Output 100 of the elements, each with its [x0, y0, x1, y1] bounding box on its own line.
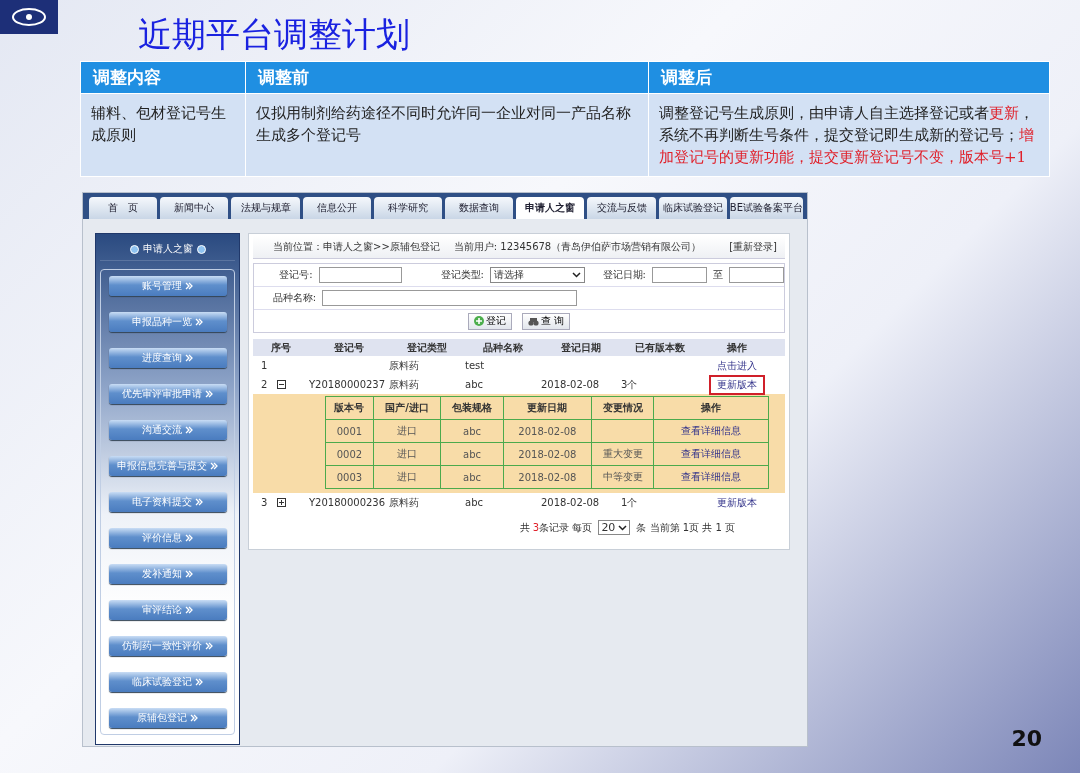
input-field[interactable] — [318, 267, 403, 283]
table-cell: 原料药 — [389, 358, 419, 373]
query-button[interactable]: 查 询 — [521, 312, 571, 330]
table-cell: 进口 — [397, 471, 418, 482]
double-chevron-icon — [190, 714, 198, 723]
page-info: 条 当前第 1页 共 1 页 — [636, 520, 735, 535]
column-header: 更新日期 — [503, 396, 592, 420]
action-link[interactable]: 更新版本 — [709, 492, 765, 513]
action-link[interactable]: 点击进入 — [709, 355, 765, 376]
nav-tab[interactable]: 信息公开 — [302, 197, 371, 219]
nav-tab[interactable]: 申请人之窗 — [516, 197, 585, 219]
column-header: 品种名称 — [482, 340, 524, 355]
double-chevron-icon — [195, 678, 203, 687]
table-cell: 原料药 — [389, 495, 419, 510]
collapse-icon[interactable] — [277, 380, 287, 389]
table-cell: abc — [463, 448, 481, 460]
table-cell: 原料药 — [389, 377, 419, 392]
register-button[interactable]: 登记 — [467, 312, 512, 330]
input-field[interactable] — [322, 290, 577, 306]
double-chevron-icon — [195, 317, 203, 326]
nav-tab[interactable]: 法规与规章 — [231, 197, 300, 219]
double-chevron-icon — [185, 570, 193, 579]
column-header: 国产/进口 — [373, 396, 441, 420]
table-cell: abc — [465, 379, 483, 390]
double-chevron-icon — [210, 462, 218, 470]
column-header: 登记日期 — [560, 340, 602, 355]
record-count: 共 3条记录 每页 — [519, 520, 593, 535]
caret-icon — [618, 524, 628, 531]
column-header: 包装规格 — [440, 396, 504, 420]
type-select[interactable]: 请选择 — [489, 267, 585, 283]
table-cell: 0001 — [336, 425, 363, 437]
slide-title: 近期平台调整计划 — [138, 14, 410, 54]
double-chevron-icon — [185, 606, 193, 615]
table-cell: 仅拟用制剂给药途径不同时允许同一企业对同一产品名称生成多个登记号 — [245, 93, 649, 177]
table-cell: 2018-02-08 — [518, 448, 577, 460]
expand-icon[interactable] — [277, 498, 287, 507]
field-label: 登记日期: — [601, 268, 646, 282]
relogin-link[interactable]: [重新登录] — [729, 240, 777, 254]
table-cell: 中等变更 — [602, 471, 643, 482]
column-header: 调整前 — [245, 61, 649, 94]
double-chevron-icon — [205, 389, 213, 398]
field-label: 品种名称: — [271, 291, 316, 305]
double-chevron-icon — [185, 353, 193, 362]
table-cell: 1个 — [621, 495, 638, 510]
table-cell: 2018-02-08 — [541, 497, 600, 508]
column-header: 操作 — [654, 396, 769, 420]
column-header: 调整内容 — [80, 61, 246, 94]
table-cell: abc — [463, 471, 481, 483]
input-field[interactable] — [651, 267, 707, 283]
table-cell: 进口 — [397, 448, 418, 459]
current-user: 当前用户: 12345678（青岛伊伯萨市场营销有限公司） — [453, 240, 702, 254]
double-chevron-icon — [195, 498, 203, 506]
double-chevron-icon — [185, 281, 193, 290]
caret-icon — [572, 272, 581, 278]
nav-tab[interactable]: 数据查询 — [445, 197, 514, 219]
table-cell: 0003 — [336, 471, 363, 483]
table-cell: 2018-02-08 — [541, 379, 600, 390]
nav-tab[interactable]: 新闻中心 — [160, 197, 229, 219]
binoculars-icon — [527, 316, 539, 326]
table-cell: 调整登记号生成原则，由申请人自主选择登记或者更新，系统不再判断生号条件，提交登记即生成新的登记号；增加登记号的更新功能，提交更新登记号不变，版本号+1 — [648, 93, 1050, 177]
table-cell: 2018-02-08 — [518, 425, 577, 437]
column-header: 序号 — [270, 340, 292, 355]
sidebar-title: 申请人之窗 — [142, 242, 193, 256]
nav-tab[interactable]: 首 页 — [89, 197, 158, 219]
column-header: 版本号 — [325, 396, 374, 420]
table-cell: Y20180000237 — [309, 379, 386, 390]
table-cell: 3 — [261, 497, 268, 508]
nav-tab[interactable]: 临床试验登记 — [658, 197, 727, 219]
table-cell: 2 — [261, 379, 268, 390]
table-cell: 辅料、包材登记号生成原则 — [80, 93, 246, 177]
table-cell: 0002 — [336, 448, 363, 460]
column-header: 变更情况 — [591, 396, 654, 420]
field-label: 登记类型: — [439, 268, 484, 282]
page-size-select[interactable]: 20 — [598, 520, 631, 535]
table-cell: abc — [465, 497, 483, 508]
input-field[interactable] — [728, 267, 784, 283]
column-header: 登记类型 — [406, 340, 448, 355]
table-cell: 2018-02-08 — [518, 471, 577, 483]
nav-tab[interactable]: BE试验备案平台 — [729, 197, 803, 219]
nav-tab[interactable]: 交流与反馈 — [587, 197, 656, 219]
nav-tab[interactable]: 科学研究 — [373, 197, 442, 219]
bullet-icon — [129, 244, 139, 254]
bullet-icon — [196, 244, 206, 254]
action-link[interactable]: 更新版本 — [709, 374, 765, 395]
column-header: 登记号 — [333, 340, 365, 355]
field-label: 至 — [712, 268, 723, 282]
column-header: 已有版本数 — [634, 340, 686, 355]
table-cell: 1 — [261, 360, 268, 371]
column-header: 调整后 — [648, 61, 1050, 94]
table-cell: 重大变更 — [602, 448, 643, 459]
table-cell: Y20180000236 — [309, 497, 386, 508]
plus-icon — [473, 316, 484, 326]
table-cell: test — [465, 360, 485, 371]
double-chevron-icon — [185, 534, 193, 542]
page-number: 20 — [1011, 726, 1042, 751]
table-cell: abc — [463, 425, 481, 437]
table-cell: 3个 — [621, 377, 638, 392]
double-chevron-icon — [205, 642, 213, 651]
double-chevron-icon — [185, 425, 193, 434]
logo-icon — [0, 0, 58, 34]
